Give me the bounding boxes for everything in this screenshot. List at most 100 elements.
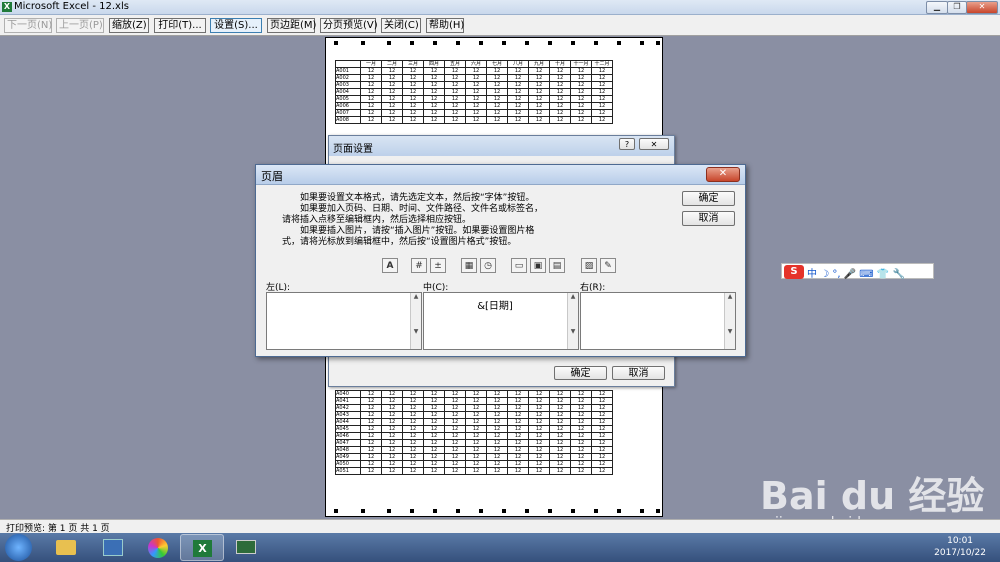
- margin-handle[interactable]: [594, 509, 598, 513]
- margin-handle[interactable]: [571, 41, 575, 45]
- value-cell: 12: [591, 425, 613, 433]
- setup-button[interactable]: 设置(S)...: [210, 18, 262, 33]
- right-section-input[interactable]: ▲ ▼: [580, 292, 736, 350]
- close-icon[interactable]: ✕: [639, 138, 669, 150]
- print-button[interactable]: 打印(T)...: [154, 18, 206, 33]
- page-setup-ok-button[interactable]: 确定: [554, 366, 607, 380]
- explorer-taskbar-icon[interactable]: [44, 534, 88, 561]
- watermark-brand: Bai du 经验: [760, 474, 985, 518]
- format-picture-icon[interactable]: ✎: [600, 258, 616, 273]
- value-cell: 12: [381, 446, 403, 454]
- ime-toolbar[interactable]: S 中 ☽ °, 🎤 ⌨ 👕 🔧: [781, 263, 934, 280]
- ime-controls[interactable]: 中 ☽ °, 🎤 ⌨ 👕 🔧: [807, 265, 905, 280]
- margin-handle[interactable]: [456, 41, 460, 45]
- scrollbar[interactable]: ▲ ▼: [410, 293, 421, 349]
- margin-handle[interactable]: [410, 509, 414, 513]
- time-icon[interactable]: ◷: [480, 258, 496, 273]
- value-cell: 12: [423, 460, 445, 468]
- font-icon[interactable]: A: [382, 258, 398, 273]
- margin-handle[interactable]: [387, 509, 391, 513]
- value-cell: 12: [402, 397, 424, 405]
- value-cell: 12: [570, 418, 592, 426]
- close-preview-button[interactable]: 关闭(C): [381, 18, 421, 33]
- margin-handle[interactable]: [334, 509, 338, 513]
- prev-page-button[interactable]: 上一页(P): [56, 18, 104, 33]
- sogou-logo-icon: S: [784, 265, 804, 279]
- row-label-cell: A049: [335, 453, 361, 461]
- margin-handle[interactable]: [571, 509, 575, 513]
- margin-handle[interactable]: [617, 509, 621, 513]
- media-taskbar-icon[interactable]: [91, 534, 135, 561]
- margin-handle[interactable]: [640, 41, 644, 45]
- help-icon[interactable]: ?: [619, 138, 635, 150]
- value-cell: 12: [465, 102, 487, 110]
- margin-handle[interactable]: [656, 509, 660, 513]
- value-cell: 12: [570, 425, 592, 433]
- sheet-name-icon[interactable]: ▤: [549, 258, 565, 273]
- value-cell: 12: [507, 453, 529, 461]
- scrollbar[interactable]: ▲ ▼: [567, 293, 578, 349]
- value-cell: 12: [402, 390, 424, 398]
- file-name-icon[interactable]: ▣: [530, 258, 546, 273]
- browser-taskbar-icon[interactable]: [136, 534, 180, 561]
- excel-taskbar-icon[interactable]: X: [180, 534, 224, 561]
- start-button[interactable]: [5, 534, 32, 561]
- value-cell: 12: [507, 425, 529, 433]
- margin-handle[interactable]: [479, 509, 483, 513]
- header-dialog: 页眉 ✕ 如果要设置文本格式，请先选定文本，然后按“字体”按钮。 如果要加入页码…: [255, 164, 746, 357]
- margin-handle[interactable]: [410, 41, 414, 45]
- center-section-input[interactable]: &[日期] ▲ ▼: [423, 292, 579, 350]
- next-page-button[interactable]: 下一页(N): [4, 18, 52, 33]
- margin-handle[interactable]: [640, 509, 644, 513]
- margins-button[interactable]: 页边距(M): [267, 18, 316, 33]
- value-cell: 12: [591, 439, 613, 447]
- page-number-icon[interactable]: #: [411, 258, 427, 273]
- margin-handle[interactable]: [502, 41, 506, 45]
- table-row: A003 12 12 12 12 12 12 12 12 12 12 12 12: [335, 81, 613, 89]
- margin-handle[interactable]: [525, 509, 529, 513]
- margin-handle[interactable]: [387, 41, 391, 45]
- help-button[interactable]: 帮助(H): [426, 18, 464, 33]
- margin-handle[interactable]: [548, 509, 552, 513]
- restore-button[interactable]: ❐: [947, 1, 967, 14]
- margin-handle[interactable]: [479, 41, 483, 45]
- file-path-icon[interactable]: ▭: [511, 258, 527, 273]
- value-cell: 12: [486, 397, 508, 405]
- month-header-cell: 五月: [444, 60, 466, 68]
- margin-handle[interactable]: [334, 41, 338, 45]
- value-cell: 12: [360, 404, 382, 412]
- page-setup-cancel-button[interactable]: 取消: [612, 366, 665, 380]
- total-pages-icon[interactable]: ±: [430, 258, 446, 273]
- header-cancel-button[interactable]: 取消: [682, 211, 735, 226]
- insert-picture-icon[interactable]: ▨: [581, 258, 597, 273]
- margin-handle[interactable]: [502, 509, 506, 513]
- remote-desktop-taskbar-icon[interactable]: [224, 534, 268, 561]
- margin-handle[interactable]: [525, 41, 529, 45]
- header-ok-button[interactable]: 确定: [682, 191, 735, 206]
- margin-handle[interactable]: [617, 41, 621, 45]
- value-cell: 12: [381, 397, 403, 405]
- clock[interactable]: 10:01 2017/10/22: [934, 535, 986, 559]
- value-cell: 12: [570, 67, 592, 75]
- value-cell: 12: [507, 390, 529, 398]
- value-cell: 12: [402, 88, 424, 96]
- margin-handle[interactable]: [433, 41, 437, 45]
- value-cell: 12: [402, 453, 424, 461]
- page-break-preview-button[interactable]: 分页预览(V): [320, 18, 378, 33]
- margin-handle[interactable]: [361, 509, 365, 513]
- scrollbar[interactable]: ▲ ▼: [724, 293, 735, 349]
- close-window-button[interactable]: ✕: [966, 1, 998, 14]
- margin-handle[interactable]: [548, 41, 552, 45]
- value-cell: 12: [528, 439, 550, 447]
- margin-handle[interactable]: [433, 509, 437, 513]
- header-dialog-close-button[interactable]: ✕: [706, 167, 740, 182]
- minimize-button[interactable]: ▁: [926, 1, 948, 14]
- margin-handle[interactable]: [361, 41, 365, 45]
- margin-handle[interactable]: [594, 41, 598, 45]
- left-section-input[interactable]: ▲ ▼: [266, 292, 422, 350]
- margin-handle[interactable]: [456, 509, 460, 513]
- margin-handle[interactable]: [656, 41, 660, 45]
- value-cell: 12: [381, 453, 403, 461]
- date-icon[interactable]: ▦: [461, 258, 477, 273]
- zoom-button[interactable]: 缩放(Z): [109, 18, 149, 33]
